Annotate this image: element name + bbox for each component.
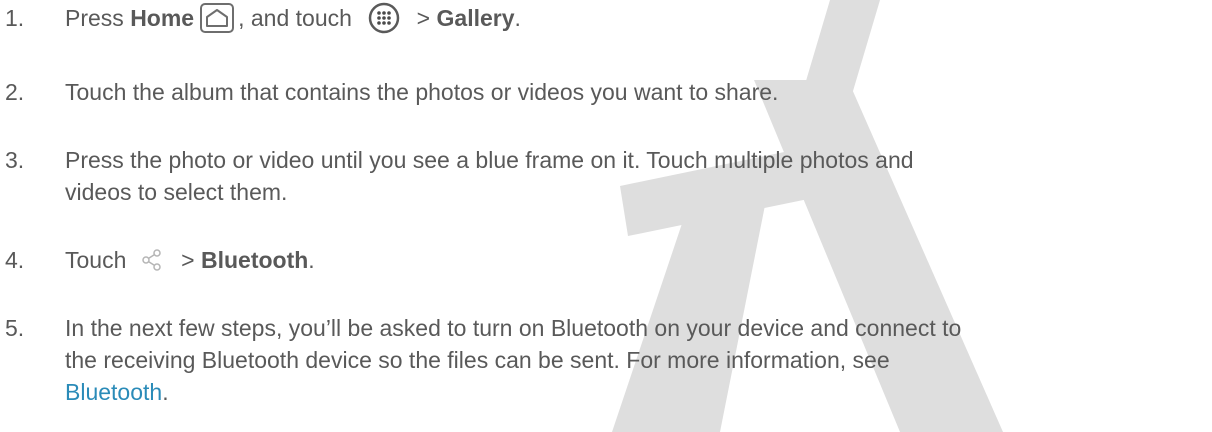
gallery-label: Gallery bbox=[436, 5, 515, 31]
step-text: Press the photo or video until you see a… bbox=[65, 147, 914, 205]
step-text: Touch > Bluetooth. bbox=[65, 247, 315, 273]
step-number: 2. bbox=[5, 79, 25, 105]
home-label: Home bbox=[130, 5, 195, 31]
apps-icon bbox=[369, 2, 400, 34]
bluetooth-label: Bluetooth bbox=[200, 247, 309, 273]
step-number: 1. bbox=[5, 5, 25, 31]
step-text: In the next few steps, you’ll be asked t… bbox=[65, 315, 962, 405]
bluetooth-link[interactable]: Bluetooth bbox=[65, 379, 162, 405]
home-icon bbox=[200, 2, 235, 33]
step-number: 4. bbox=[5, 247, 25, 273]
step-number: 3. bbox=[5, 147, 25, 173]
step-text: Touch the album that contains the photos… bbox=[65, 79, 779, 105]
share-icon bbox=[142, 249, 161, 271]
step-text: Press Home , and touch > Gallery. bbox=[65, 2, 1205, 36]
step-number: 5. bbox=[5, 315, 25, 341]
